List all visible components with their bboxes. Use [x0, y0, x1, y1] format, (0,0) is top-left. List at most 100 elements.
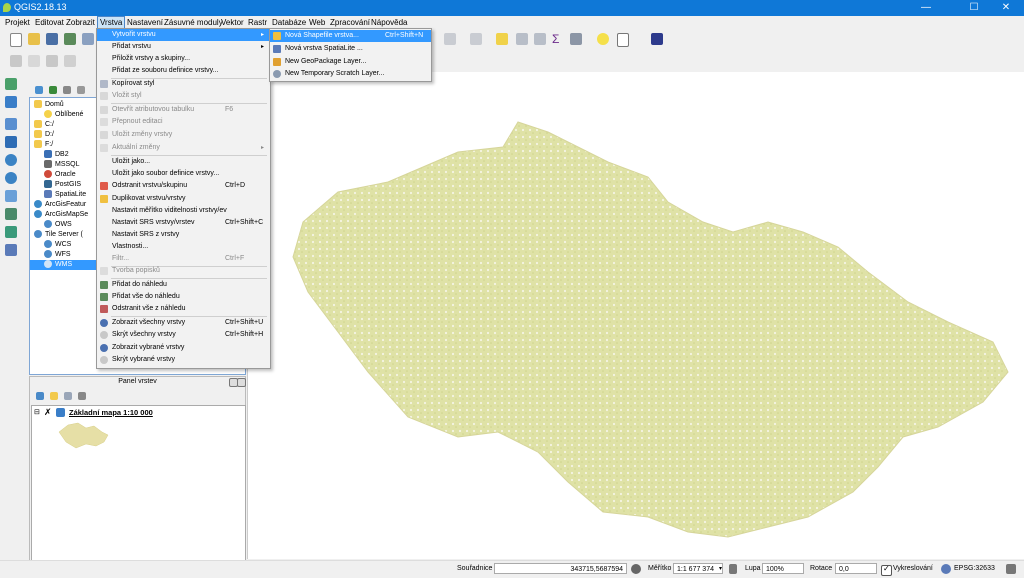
add-selected-icon[interactable] [35, 86, 43, 94]
menu-item-skryt-vsechny[interactable]: Skrýt všechny vrstvy Ctrl+Shift+H [97, 329, 270, 341]
browser-item-tile-server[interactable]: Tile Server ( [34, 230, 83, 240]
style-manager-icon[interactable] [36, 392, 44, 400]
menu-item-vytvorit-vrstvu[interactable]: Vytvořit vrstvu ▸ [97, 29, 270, 41]
menu-item-kopirovat-styl[interactable]: Kopírovat styl [97, 78, 270, 90]
add-wms-layer-icon[interactable] [5, 154, 17, 166]
maximize-button[interactable]: ☐ [960, 0, 988, 16]
filter-icon[interactable] [63, 86, 71, 94]
add-delimited-text-icon[interactable] [5, 208, 17, 220]
menu-napoveda[interactable]: Nápověda [369, 17, 409, 28]
menu-item-pridat-ze-souboru[interactable]: Přidat ze souboru definice vrstvy... [97, 65, 270, 77]
browser-item-domu[interactable]: Domů [34, 100, 64, 110]
minimize-button[interactable]: — [912, 0, 940, 16]
save-edits-icon[interactable] [46, 55, 58, 67]
browser-item-f[interactable]: F:/ [34, 140, 53, 150]
scale-dropdown-icon[interactable]: ▾ [719, 565, 722, 572]
menu-zpracovani[interactable]: Zpracování [328, 17, 372, 28]
menu-item-nova-shapefile[interactable]: Nová Shapefile vrstva... Ctrl+Shift+N [270, 30, 431, 42]
deselect-icon[interactable] [470, 33, 482, 45]
menu-item-zobrazit-vybrane[interactable]: Zobrazit vybrané vrstvy [97, 342, 270, 354]
rotation-field[interactable]: 0,0 [835, 563, 877, 574]
add-wcs-layer-icon[interactable] [5, 172, 17, 184]
menu-web[interactable]: Web [307, 17, 327, 28]
save-as-icon[interactable] [64, 33, 76, 45]
help-icon[interactable] [651, 33, 663, 45]
new-project-icon[interactable] [10, 33, 22, 47]
select-feature-icon[interactable] [444, 33, 456, 45]
menu-projekt[interactable]: Projekt [3, 17, 32, 28]
zoom-field[interactable]: 100% [762, 563, 804, 574]
menu-item-nastavit-srs[interactable]: Nastavit SRS vrstvy/vrstev Ctrl+Shift+C [97, 217, 270, 229]
text-annotation-icon[interactable] [617, 33, 629, 47]
close-panel-icon[interactable] [237, 378, 246, 387]
browser-item-oracle[interactable]: Oracle [44, 170, 76, 180]
select-by-expression-icon[interactable] [496, 33, 508, 45]
layer-filter-icon[interactable] [78, 392, 86, 400]
browser-item-mssql[interactable]: MSSQL [44, 160, 80, 170]
menu-zobrazit[interactable]: Zobrazit [64, 17, 97, 28]
menu-databaze[interactable]: Databáze [270, 17, 308, 28]
toggle-editing-icon[interactable] [28, 55, 40, 67]
crs-label[interactable]: EPSG:32633 [954, 565, 995, 572]
menu-item-new-temporary-layer[interactable]: New Temporary Scratch Layer... [270, 68, 431, 80]
add-wfs-layer-icon[interactable] [5, 190, 17, 202]
browser-item-arcgisfeature[interactable]: ArcGisFeatur [34, 200, 86, 210]
menu-item-ulozit-jako-definice[interactable]: Uložit jako soubor definice vrstvy... [97, 168, 270, 180]
browser-item-db2[interactable]: DB2 [44, 150, 69, 160]
add-group-icon[interactable] [50, 392, 58, 400]
lock-icon[interactable] [729, 564, 737, 574]
coord-field[interactable]: 343715,5687594 [494, 563, 627, 574]
menu-item-odstranit-vse-z-nahledu[interactable]: Odstranit vše z náhledu [97, 303, 270, 315]
menu-item-ulozit-jako[interactable]: Uložit jako... [97, 156, 270, 168]
menu-item-skryt-vybrane[interactable]: Skrýt vybrané vrstvy [97, 354, 270, 366]
attribute-table-icon[interactable] [516, 33, 528, 45]
add-virtual-layer-icon[interactable] [5, 226, 17, 238]
browser-item-spatialite[interactable]: SpatiaLite [44, 190, 86, 200]
menu-item-srs-z-vrstvy[interactable]: Nastavit SRS z vrstvy [97, 229, 270, 241]
scale-field[interactable]: 1:1 677 374 [673, 563, 723, 574]
menu-rastr[interactable]: Rastr [246, 17, 269, 28]
browser-item-c[interactable]: C:/ [34, 120, 54, 130]
menu-item-pridat-vrstvu[interactable]: Přidat vrstvu ▸ [97, 41, 270, 53]
sum-icon[interactable]: Σ [552, 32, 559, 46]
collapse-all-icon[interactable] [77, 86, 85, 94]
menu-editovat[interactable]: Editovat [33, 17, 66, 28]
new-layer-icon[interactable] [5, 244, 17, 256]
browser-item-wms[interactable]: WMS [30, 260, 97, 270]
browser-item-postgis[interactable]: PostGIS [44, 180, 81, 190]
menu-item-duplikovat[interactable]: Duplikovat vrstvu/vrstvy [97, 193, 270, 205]
open-project-icon[interactable] [28, 33, 40, 45]
browser-item-ows[interactable]: OWS [44, 220, 72, 230]
menu-item-pridat-vse-do-nahledu[interactable]: Přidat vše do náhledu [97, 291, 270, 303]
layer-name[interactable]: Základní mapa 1:10 000 [69, 408, 153, 417]
measure-icon[interactable] [570, 33, 582, 45]
close-button[interactable]: ✕ [992, 0, 1020, 16]
add-postgis-layer-icon[interactable] [5, 118, 17, 130]
crs-globe-icon[interactable] [941, 564, 951, 574]
menu-item-vlastnosti[interactable]: Vlastnosti... [97, 241, 270, 253]
browser-item-oblibene[interactable]: Oblíbené [44, 110, 83, 120]
refresh-icon[interactable] [49, 86, 57, 94]
add-raster-layer-icon[interactable] [5, 96, 17, 108]
print-composer-icon[interactable] [82, 33, 94, 45]
menu-item-prilozit-vrstvy[interactable]: Přiložit vrstvy a skupiny... [97, 53, 270, 65]
menu-item-pridat-do-nahledu[interactable]: Přidat do náhledu [97, 279, 270, 291]
collapse-toggle[interactable]: ⊟ [34, 408, 40, 416]
map-tips-icon[interactable] [597, 33, 609, 45]
browser-item-wcs[interactable]: WCS [44, 240, 71, 250]
menu-item-zobrazit-vsechny[interactable]: Zobrazit všechny vrstvy Ctrl+Shift+U [97, 317, 270, 329]
edit-pencil-icon[interactable] [10, 55, 22, 67]
menu-vektor[interactable]: Vektor [219, 17, 246, 28]
browser-item-d[interactable]: D:/ [34, 130, 54, 140]
extents-toggle-icon[interactable] [631, 564, 641, 574]
menu-item-nova-spatialite[interactable]: Nová vrstva SpatiaLite ... [270, 43, 431, 55]
menu-item-new-geopackage[interactable]: New GeoPackage Layer... [270, 56, 431, 68]
add-feature-icon[interactable] [64, 55, 76, 67]
add-spatialite-layer-icon[interactable] [5, 136, 17, 148]
messages-icon[interactable] [1006, 564, 1016, 574]
save-project-icon[interactable] [46, 33, 58, 45]
add-vector-layer-icon[interactable] [5, 78, 17, 90]
field-calculator-icon[interactable] [534, 33, 546, 45]
browser-item-arcgismapserver[interactable]: ArcGisMapSe [34, 210, 88, 220]
map-canvas[interactable] [247, 72, 1024, 559]
